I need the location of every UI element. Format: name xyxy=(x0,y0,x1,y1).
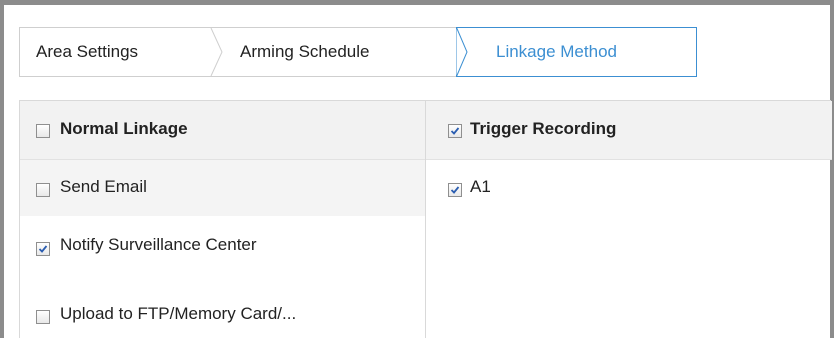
send-email-label: Send Email xyxy=(60,177,147,196)
send-email-checkbox[interactable] xyxy=(36,183,50,197)
checkmark-icon xyxy=(450,127,460,135)
notify-surveillance-center-label: Notify Surveillance Center xyxy=(60,235,257,254)
tab-bar: Area Settings Arming Schedule Linkage Me… xyxy=(19,27,823,77)
linkage-panel: Normal Linkage Send Email Notify Surveil… xyxy=(19,100,832,338)
normal-linkage-column: Normal Linkage Send Email Notify Surveil… xyxy=(20,101,425,338)
tab-bar-outline xyxy=(19,27,697,77)
tab-arming-schedule[interactable]: Arming Schedule xyxy=(240,27,369,77)
normal-linkage-label: Normal Linkage xyxy=(60,119,188,138)
normal-linkage-header: Normal Linkage xyxy=(20,101,425,160)
upload-ftp-checkbox[interactable] xyxy=(36,310,50,324)
normal-linkage-checkbox[interactable] xyxy=(36,124,50,138)
list-item: Upload to FTP/Memory Card/... xyxy=(20,277,425,333)
list-item: Notify Surveillance Center xyxy=(20,219,425,275)
channel-a1-label: A1 xyxy=(470,177,491,196)
checkmark-icon xyxy=(450,186,460,194)
trigger-recording-column: Trigger Recording A1 xyxy=(426,101,832,338)
notify-surveillance-center-checkbox[interactable] xyxy=(36,242,50,256)
channel-a1-checkbox[interactable] xyxy=(448,183,462,197)
tab-area-settings[interactable]: Area Settings xyxy=(36,27,138,77)
list-item: Send Email xyxy=(20,160,425,216)
checkmark-icon xyxy=(38,245,48,253)
trigger-recording-label: Trigger Recording xyxy=(470,119,617,138)
trigger-recording-checkbox[interactable] xyxy=(448,124,462,138)
trigger-recording-header: Trigger Recording xyxy=(426,101,832,160)
list-item: A1 xyxy=(426,160,832,216)
upload-ftp-label: Upload to FTP/Memory Card/... xyxy=(60,304,297,323)
tab-linkage-method[interactable]: Linkage Method xyxy=(496,27,617,77)
